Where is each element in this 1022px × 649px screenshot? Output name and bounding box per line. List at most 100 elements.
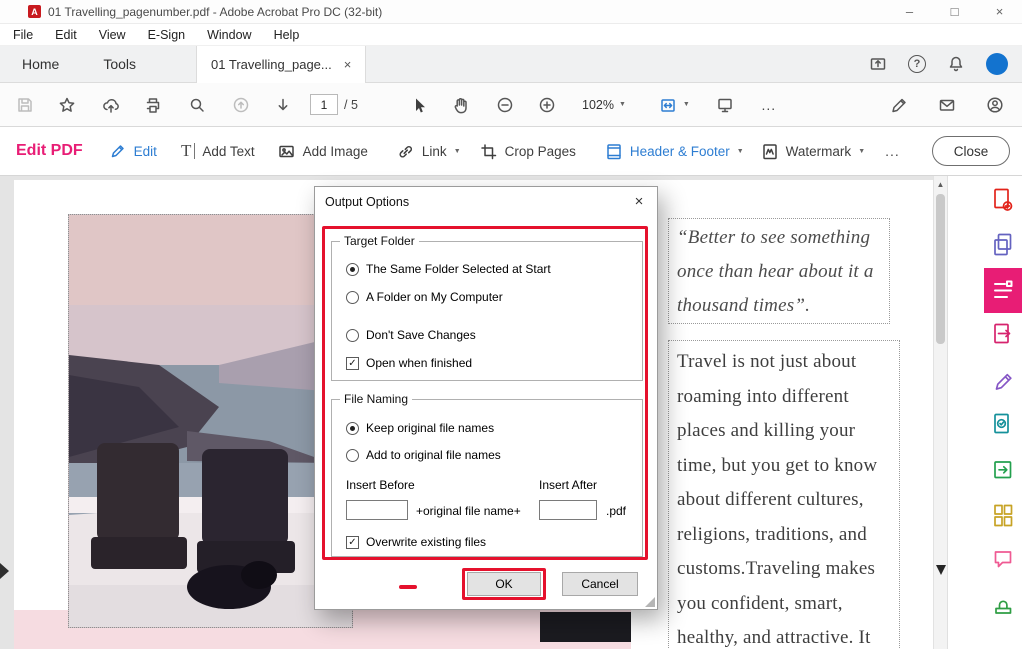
edit-more-tools-button[interactable]: ... <box>885 143 900 159</box>
hand-tool-button[interactable] <box>444 90 478 120</box>
zoom-level-dropdown[interactable]: 102% ▼ <box>576 94 632 116</box>
radio-same-folder-at-start[interactable]: The Same Folder Selected at Start <box>346 262 551 276</box>
favorites-star-button[interactable] <box>50 90 84 120</box>
menu-esign[interactable]: E-Sign <box>137 28 197 42</box>
zoom-out-button[interactable] <box>488 90 522 120</box>
share-screen-icon[interactable] <box>868 54 888 74</box>
zoom-in-button[interactable] <box>530 90 564 120</box>
sidebar-tool-create-pdf[interactable] <box>984 178 1022 223</box>
radio-selected-icon <box>346 421 359 435</box>
sidebar-tool-fill-and-sign[interactable] <box>984 358 1022 403</box>
tab-home[interactable]: Home <box>0 46 81 83</box>
insert-before-input[interactable] <box>346 500 408 520</box>
travel-photo[interactable] <box>68 214 353 628</box>
magnifier-icon <box>190 98 204 112</box>
vertical-scrollbar[interactable]: ▲ <box>933 176 947 649</box>
quote-text-block[interactable]: “Better to see something once than hear … <box>668 218 890 324</box>
radio-icon <box>346 448 359 462</box>
page-fit-dropdown[interactable]: ▼ <box>652 91 696 119</box>
link-dropdown[interactable]: Link ▼ <box>396 142 461 161</box>
chevron-down-icon: ▼ <box>453 147 461 155</box>
title-bar: A 01 Travelling_pagenumber.pdf - Adobe A… <box>0 0 1022 24</box>
monitor-icon <box>718 98 732 112</box>
watermark-dropdown[interactable]: Watermark ▼ <box>760 142 865 161</box>
more-tools-button[interactable]: ... <box>752 90 786 120</box>
scroll-thumb[interactable] <box>936 194 945 344</box>
sidebar-tool-request-signatures[interactable] <box>984 403 1022 448</box>
radio-keep-original-file-names[interactable]: Keep original file names <box>346 421 494 435</box>
pointer-icon <box>416 98 425 112</box>
menu-window[interactable]: Window <box>196 28 262 42</box>
create-pdf-icon <box>994 188 1013 211</box>
quote-line: “Better to see something <box>677 227 871 248</box>
previous-view-button[interactable] <box>224 90 258 120</box>
save-to-cloud-button[interactable] <box>94 90 128 120</box>
radio-add-to-original-file-names[interactable]: Add to original file names <box>346 448 501 462</box>
chevron-down-icon: ▼ <box>858 147 866 155</box>
tab-tools[interactable]: Tools <box>81 46 158 83</box>
menu-view[interactable]: View <box>88 28 137 42</box>
sidebar-tool-comment[interactable] <box>984 538 1022 583</box>
menu-help[interactable]: Help <box>263 28 311 42</box>
window-close-button[interactable]: × <box>977 0 1022 24</box>
dialog-close-button[interactable]: × <box>621 187 657 215</box>
profile-button[interactable] <box>978 90 1012 120</box>
marquee-zoom-button[interactable] <box>180 90 214 120</box>
expand-navpane-arrow[interactable] <box>0 563 9 579</box>
fill-sign-pen-button[interactable] <box>882 90 916 120</box>
header-footer-dropdown[interactable]: Header & Footer ▼ <box>604 142 744 161</box>
add-text-button[interactable]: T Add Text <box>181 142 255 159</box>
document-tab-close-button[interactable]: × <box>344 57 352 72</box>
dialog-resize-grip[interactable] <box>645 597 655 607</box>
second-photo-partial[interactable] <box>540 612 631 642</box>
annotation-red-dash <box>399 585 417 589</box>
edit-pdf-title: Edit PDF <box>16 142 83 159</box>
window-minimize-button[interactable]: – <box>887 0 932 24</box>
menu-file[interactable]: File <box>2 28 44 42</box>
sidebar-tool-edit-pdf[interactable] <box>984 268 1022 313</box>
body-text-block[interactable]: Travel is not just about roaming into di… <box>668 340 900 649</box>
share-email-button[interactable] <box>930 90 964 120</box>
select-tool-button[interactable] <box>402 90 436 120</box>
window-maximize-button[interactable]: □ <box>932 0 977 24</box>
file-naming-group-label: File Naming <box>340 392 413 406</box>
next-page-button[interactable] <box>266 90 300 120</box>
sidebar-tool-combine-files[interactable] <box>984 223 1022 268</box>
sidebar-tool-organize-pages[interactable] <box>984 493 1022 538</box>
user-avatar[interactable] <box>986 53 1008 75</box>
body-line: healthy, and attractive. It <box>677 627 871 648</box>
page-number-input[interactable] <box>311 95 337 114</box>
sidebar-tool-print-production[interactable] <box>984 583 1022 628</box>
page-display-button[interactable] <box>708 90 742 120</box>
help-icon[interactable]: ? <box>908 55 926 73</box>
request-signatures-icon <box>994 413 1009 434</box>
scroll-down-arrow[interactable] <box>936 565 946 575</box>
sidebar-tool-export-pdf[interactable] <box>984 313 1022 358</box>
header-footer-icon <box>607 143 621 159</box>
add-image-button[interactable]: Add Image <box>277 142 368 161</box>
dialog-title-bar[interactable]: Output Options × <box>315 187 657 217</box>
notifications-bell-icon[interactable] <box>946 54 966 74</box>
crop-pages-button[interactable]: Crop Pages <box>479 142 576 161</box>
body-line: religions, traditions, and <box>677 523 867 545</box>
checkbox-overwrite-existing-files[interactable]: ✓ Overwrite existing files <box>346 535 486 549</box>
menu-edit[interactable]: Edit <box>44 28 88 42</box>
save-button[interactable] <box>8 90 42 120</box>
tab-document[interactable]: 01 Travelling_page... × <box>196 45 367 83</box>
print-button[interactable] <box>136 90 170 120</box>
radio-folder-on-my-computer[interactable]: A Folder on My Computer <box>346 290 503 304</box>
cloud-upload-icon <box>103 98 119 113</box>
radio-dont-save-changes[interactable]: Don't Save Changes <box>346 328 476 342</box>
close-edit-pdf-button[interactable]: Close <box>932 136 1010 166</box>
edit-button[interactable]: Edit <box>109 142 157 160</box>
organize-pages-icon <box>994 504 1013 527</box>
zoom-level-value: 102% <box>582 97 614 112</box>
text-tool-icon: T <box>181 142 196 159</box>
sidebar-tool-send-for-review[interactable] <box>984 448 1022 493</box>
insert-after-input[interactable] <box>539 500 597 520</box>
cancel-button[interactable]: Cancel <box>562 572 638 596</box>
scroll-up-arrow[interactable]: ▲ <box>934 180 947 189</box>
checkbox-open-when-finished[interactable]: ✓ Open when finished <box>346 356 472 370</box>
comment-bubble-icon <box>994 551 1012 568</box>
ok-button[interactable]: OK <box>467 572 541 596</box>
